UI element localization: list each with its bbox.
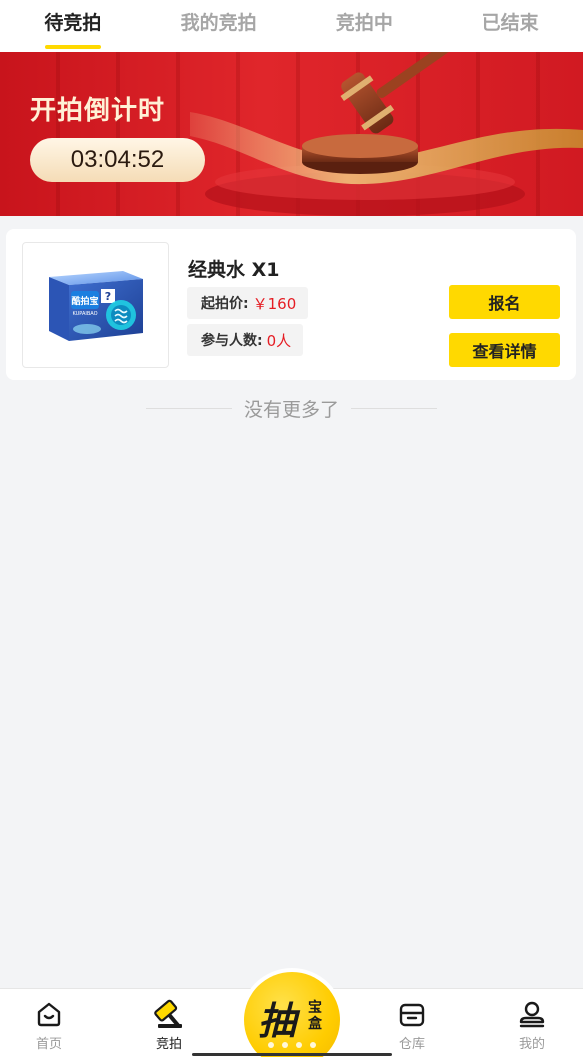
divider-left xyxy=(145,407,232,409)
item-image: 酷拍宝 KUPAIBAO ? xyxy=(49,271,143,341)
status-tabs: 待竞拍 我的竞拍 竞拍中 已结束 xyxy=(0,0,583,52)
draw-box-sub-text: 宝盒 xyxy=(308,1000,322,1032)
tab-pending[interactable]: 待竞拍 xyxy=(0,0,146,52)
nav-warehouse[interactable]: 仓库 xyxy=(377,999,447,1052)
draw-box-main-text: 抽 xyxy=(258,998,297,1043)
participants-value: 0人 xyxy=(266,331,292,350)
participants-tag: 参与人数: 0人 xyxy=(187,324,304,356)
svg-text:?: ? xyxy=(105,290,111,303)
countdown-banner: 开拍倒计时 03:04:52 xyxy=(0,52,583,216)
box-icon xyxy=(399,1003,425,1027)
countdown-timer: 03:04:52 xyxy=(30,138,205,182)
list-end-text: 没有更多了 xyxy=(243,398,339,421)
auction-item-card[interactable]: 酷拍宝 KUPAIBAO ? 经典水 X1 起拍价: ￥160 参与人数: 0人… xyxy=(6,229,576,380)
nav-mine[interactable]: 我的 xyxy=(497,999,567,1052)
nav-home[interactable]: 首页 xyxy=(14,999,84,1052)
tab-in-progress[interactable]: 竞拍中 xyxy=(292,0,438,52)
nav-home-label: 首页 xyxy=(35,1037,62,1052)
nav-auction[interactable]: 竞拍 xyxy=(134,999,204,1052)
gavel-icon xyxy=(154,999,182,1028)
tab-ended[interactable]: 已结束 xyxy=(437,0,583,52)
tab-my-auctions[interactable]: 我的竞拍 xyxy=(146,0,292,52)
user-icon xyxy=(519,1001,545,1028)
item-title: 经典水 X1 xyxy=(188,259,280,281)
view-details-button[interactable]: 查看详情 xyxy=(449,333,560,367)
nav-auction-label: 竞拍 xyxy=(155,1037,182,1052)
item-thumbnail[interactable]: 酷拍宝 KUPAIBAO ? xyxy=(22,242,169,368)
draw-box-badge: 抽 宝盒 xyxy=(244,972,340,1057)
list-end-indicator: 没有更多了 xyxy=(0,395,583,421)
starting-price-tag: 起拍价: ￥160 xyxy=(187,287,309,319)
banner-title: 开拍倒计时 xyxy=(30,96,166,126)
home-icon xyxy=(37,1002,61,1027)
draw-box-button[interactable]: 抽 宝盒 xyxy=(240,968,344,1057)
participants-label: 参与人数: xyxy=(201,333,263,349)
starting-price-label: 起拍价: xyxy=(201,296,249,312)
svg-text:酷拍宝: 酷拍宝 xyxy=(71,295,98,307)
starting-price-value: ￥160 xyxy=(252,294,297,313)
nav-warehouse-label: 仓库 xyxy=(398,1037,425,1052)
svg-text:KUPAIBAO: KUPAIBAO xyxy=(72,311,97,317)
signup-button[interactable]: 报名 xyxy=(449,285,560,319)
gavel-illustration xyxy=(190,52,583,216)
home-indicator xyxy=(192,1053,392,1056)
divider-right xyxy=(351,407,437,409)
nav-mine-label: 我的 xyxy=(518,1037,545,1052)
draw-box-dots xyxy=(268,1042,316,1048)
